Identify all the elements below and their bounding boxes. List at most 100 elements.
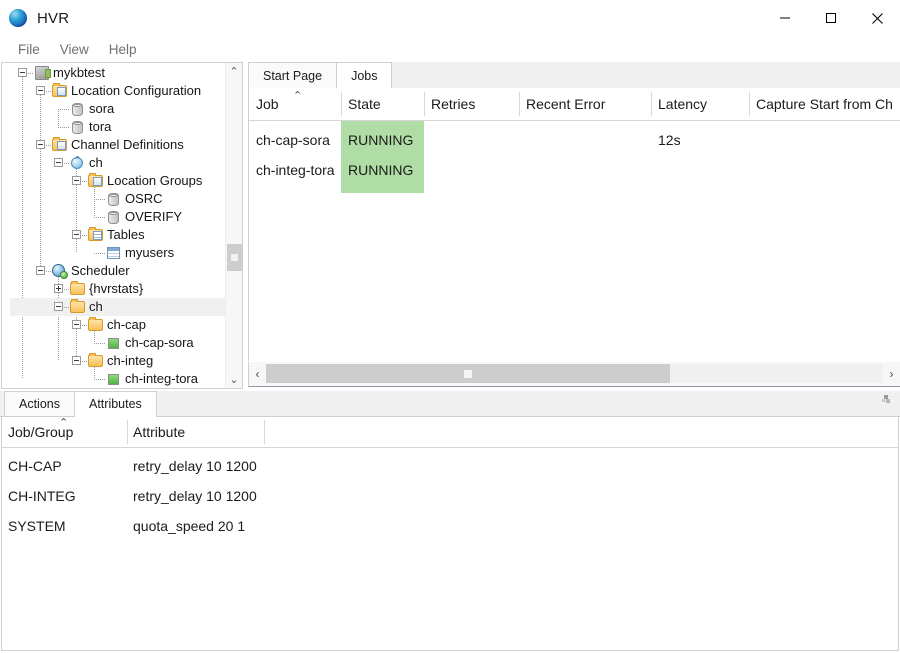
tree-guide-stub: [94, 379, 106, 380]
tree-collapse-icon[interactable]: [72, 356, 81, 365]
attributes-column-header-attribute[interactable]: Attribute: [127, 417, 264, 447]
jobs-column-divider[interactable]: [519, 92, 520, 116]
tree-collapse-icon[interactable]: [54, 158, 63, 167]
tree-item-channel-definitions[interactable]: Channel Definitions: [2, 136, 226, 154]
tree-collapse-icon[interactable]: [54, 302, 63, 311]
resize-grip-icon[interactable]: [880, 393, 892, 405]
jobs-column-header-latency[interactable]: Latency: [651, 88, 749, 120]
tree-collapse-icon[interactable]: [72, 320, 81, 329]
tree-collapse-icon[interactable]: [36, 266, 45, 275]
tree-expand-icon[interactable]: [54, 284, 63, 293]
jobs-cell-capture_start[interactable]: [749, 125, 900, 155]
tree-item-ch-cap[interactable]: ch-cap: [2, 316, 226, 334]
scroll-left-arrow-icon[interactable]: ‹: [249, 362, 266, 385]
group-icon: [106, 191, 122, 207]
attributes-column-divider[interactable]: [264, 420, 265, 444]
close-button[interactable]: [854, 0, 900, 36]
tree-item-ch-integ[interactable]: ch-integ: [2, 352, 226, 370]
jobs-column-header-retries[interactable]: Retries: [424, 88, 519, 120]
jobs-column-header-state[interactable]: State: [341, 88, 424, 120]
scroll-right-arrow-icon[interactable]: ›: [883, 362, 900, 385]
folder-icon-glyph: [70, 281, 85, 295]
tree-collapse-icon[interactable]: [36, 140, 45, 149]
attributes-cell-attribute[interactable]: retry_delay 10 1200: [127, 481, 264, 511]
attributes-cell-attribute[interactable]: retry_delay 10 1200: [127, 451, 264, 481]
tree-item-myusers[interactable]: myusers: [2, 244, 226, 262]
jobs-table-header: Job ⌃ State Retries Recent Error Latency Captu…: [249, 88, 900, 121]
tree-guide-stub: [58, 109, 70, 110]
tree-item-label: ch-integ-tora: [125, 371, 198, 386]
tree-item-label: ch: [89, 299, 103, 314]
jobs-cell-state[interactable]: RUNNING: [341, 125, 424, 155]
scroll-up-arrow-icon[interactable]: ⌃: [226, 63, 242, 80]
tree-guide-stub: [94, 253, 106, 254]
jobs-cell-retries[interactable]: [424, 155, 519, 185]
tree-item-scheduler[interactable]: Scheduler: [2, 262, 226, 280]
maximize-button[interactable]: [808, 0, 854, 36]
channel-icon: [70, 155, 86, 171]
tree-item-label: sora: [89, 101, 115, 116]
jobs-column-divider[interactable]: [651, 92, 652, 116]
tree-item-ch[interactable]: ch: [2, 154, 226, 172]
jobs-cell-job[interactable]: ch-cap-sora: [249, 125, 341, 155]
jobs-column-header-label: Job: [256, 96, 279, 112]
jobs-column-divider[interactable]: [749, 92, 750, 116]
tab-attributes[interactable]: Attributes: [74, 391, 157, 417]
object-tree[interactable]: mykbtest Location Configuration sora tora Ch…: [2, 63, 226, 388]
jobs-column-divider[interactable]: [424, 92, 425, 116]
folder-icon: [88, 317, 104, 333]
jobs-column-divider[interactable]: [341, 92, 342, 116]
menu-item-file[interactable]: File: [8, 40, 50, 59]
jobs-column-header-recent-error[interactable]: Recent Error: [519, 88, 651, 120]
tree-item-ch-integ-tora[interactable]: ch-integ-tora: [2, 370, 226, 388]
tree-vertical-scrollbar[interactable]: ⌃ ⌄: [225, 63, 242, 388]
jobs-horizontal-scrollbar[interactable]: ‹ ›: [248, 362, 900, 387]
tree-item-osrc[interactable]: OSRC: [2, 190, 226, 208]
jobs-scrollbar-thumb[interactable]: [266, 364, 670, 383]
jobs-cell-retries[interactable]: [424, 125, 519, 155]
tree-item-hvrstats[interactable]: {hvrstats}: [2, 280, 226, 298]
scroll-down-arrow-icon[interactable]: ⌄: [226, 371, 242, 388]
attributes-column-header-label: Attribute: [133, 424, 186, 440]
tab-jobs[interactable]: Jobs: [336, 62, 393, 89]
attributes-cell-job-group[interactable]: SYSTEM: [2, 511, 127, 541]
jobs-scrollbar-track[interactable]: [266, 364, 883, 383]
table-icon-glyph: [107, 247, 120, 259]
tree-item-location-configuration[interactable]: Location Configuration: [2, 82, 226, 100]
tree-item-ch[interactable]: ch: [10, 298, 226, 316]
tree-collapse-icon[interactable]: [72, 176, 81, 185]
jobs-cell-recent_error[interactable]: [519, 125, 651, 155]
attributes-cell-job-group[interactable]: CH-CAP: [2, 451, 127, 481]
tree-item-sora[interactable]: sora: [2, 100, 226, 118]
tree-item-mykbtest[interactable]: mykbtest: [2, 64, 226, 82]
tree-collapse-icon[interactable]: [18, 68, 27, 77]
tree-collapse-icon[interactable]: [36, 86, 45, 95]
jobs-cell-latency[interactable]: [651, 155, 749, 185]
jobs-cell-state[interactable]: RUNNING: [341, 155, 424, 185]
attributes-cell-attribute[interactable]: quota_speed 20 1: [127, 511, 264, 541]
jobs-cell-capture_start[interactable]: [749, 155, 900, 185]
tree-item-label: ch-integ: [107, 353, 154, 368]
minimize-button[interactable]: [762, 0, 808, 36]
tree-collapse-icon[interactable]: [72, 230, 81, 239]
jobs-column-header-capture-start-from-ch[interactable]: Capture Start from Ch: [749, 88, 900, 120]
tree-item-location-groups[interactable]: Location Groups: [2, 172, 226, 190]
tree-scrollbar-thumb[interactable]: [227, 244, 242, 271]
jobs-cell-recent_error[interactable]: [519, 155, 651, 185]
tab-start-page[interactable]: Start Page: [248, 62, 338, 88]
tree-guide-stub: [94, 199, 106, 200]
folder-sheet-icon: [52, 83, 68, 99]
jobs-cell-latency[interactable]: 12s: [651, 125, 749, 155]
attributes-cell-job-group[interactable]: CH-INTEG: [2, 481, 127, 511]
jobs-cell-job[interactable]: ch-integ-tora: [249, 155, 341, 185]
tree-item-tora[interactable]: tora: [2, 118, 226, 136]
menu-item-help[interactable]: Help: [99, 40, 147, 59]
tree-item-overify[interactable]: OVERIFY: [2, 208, 226, 226]
tree-item-tables[interactable]: Tables: [2, 226, 226, 244]
menu-item-view[interactable]: View: [50, 40, 99, 59]
tab-actions[interactable]: Actions: [4, 391, 75, 416]
channel-icon-glyph: [70, 155, 85, 170]
tree-item-ch-cap-sora[interactable]: ch-cap-sora: [2, 334, 226, 352]
object-tree-panel: mykbtest Location Configuration sora tora Ch…: [1, 62, 243, 389]
tree-item-label: {hvrstats}: [89, 281, 144, 296]
